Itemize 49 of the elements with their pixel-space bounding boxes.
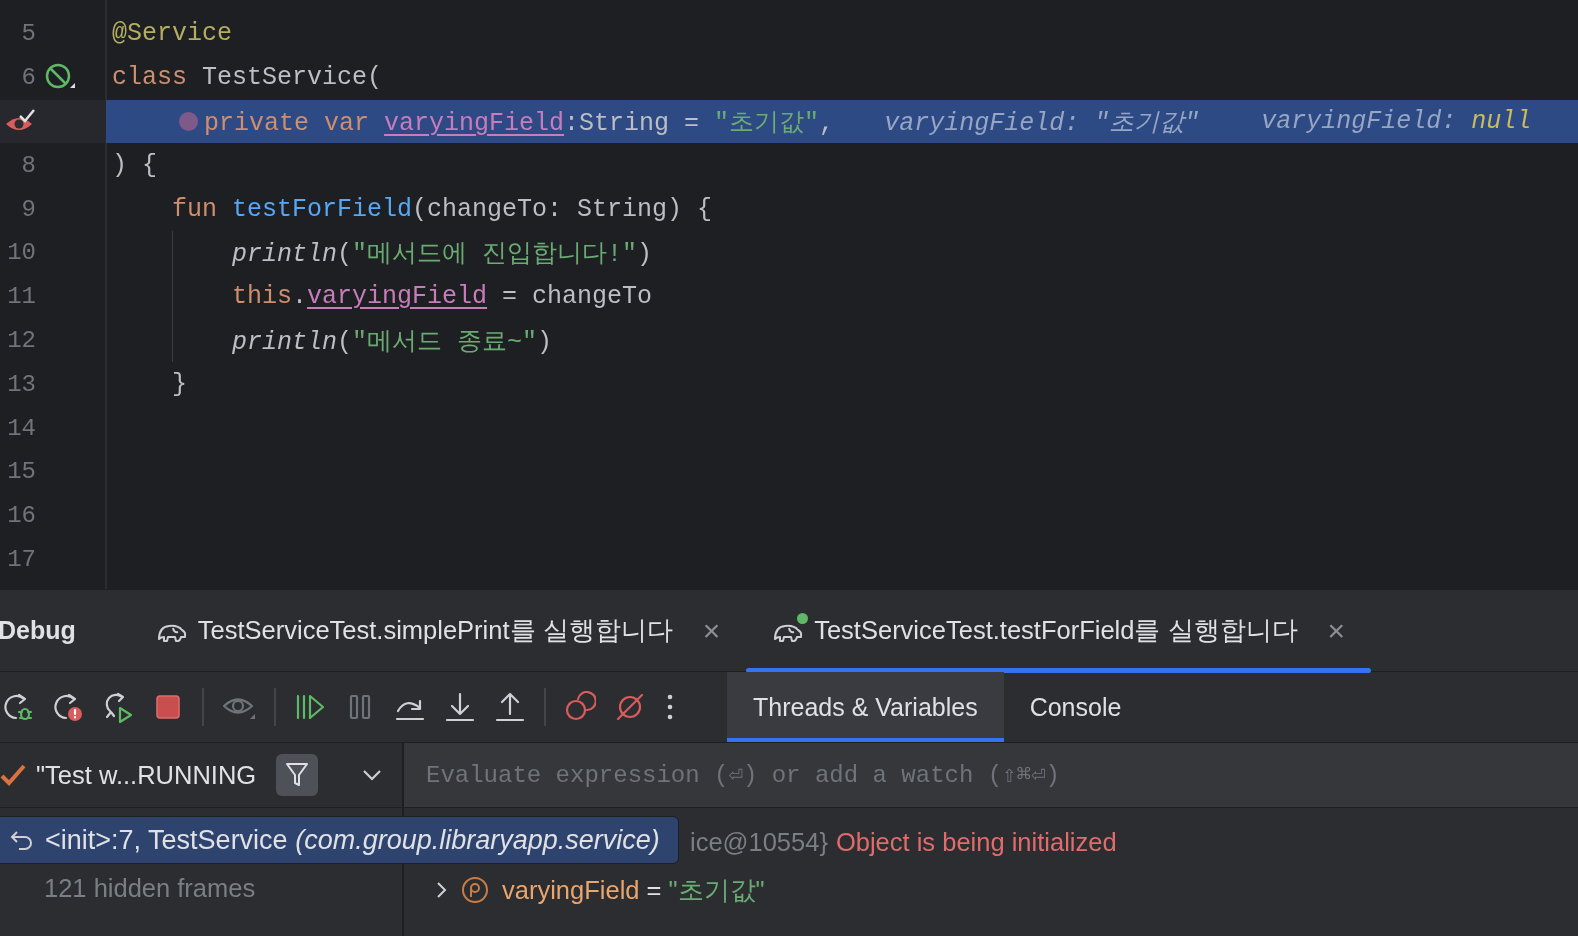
- thread-selector[interactable]: "Test w...RUNNING: [36, 760, 257, 790]
- line-number: 5: [20, 20, 36, 48]
- variable-entry[interactable]: varyingField = "초기값": [502, 872, 765, 908]
- close-icon[interactable]: ×: [1327, 613, 1346, 648]
- property-icon: [462, 877, 488, 903]
- panel-tab[interactable]: Threads & Variables: [727, 672, 1004, 742]
- line-number: 11: [6, 283, 36, 311]
- line-number: 16: [6, 502, 36, 530]
- rerun-failed-icon[interactable]: [52, 691, 84, 723]
- inline-value-hint: varyingField: null: [1261, 107, 1532, 136]
- chevron-right-icon[interactable]: [434, 880, 448, 900]
- variable-value: ice@10554}: [690, 827, 828, 857]
- code-line: this.varyingField = changeTo: [231, 282, 653, 312]
- panel-tab[interactable]: Console: [1003, 672, 1148, 742]
- code-line: class TestService(: [112, 63, 383, 93]
- elephant-icon: [772, 616, 805, 645]
- step-into-icon[interactable]: [444, 691, 476, 723]
- mute-breakpoints-icon[interactable]: [614, 691, 646, 723]
- line-number: 8: [20, 151, 36, 179]
- line-number: 17: [6, 545, 36, 573]
- code-line: fun testForField(changeTo: String) {: [171, 194, 713, 224]
- code-line: @Service: [112, 19, 233, 49]
- line-number: 15: [6, 458, 36, 486]
- session-tab[interactable]: TestServiceTest.testForField를 실행합니다 ×: [746, 590, 1372, 671]
- inline-value-hint: varyingField: "초기값": [884, 108, 1200, 138]
- session-tab[interactable]: TestServiceTest.simplePrint를 실행합니다 ×: [129, 590, 747, 671]
- filter-button[interactable]: [276, 754, 319, 796]
- line-number: 9: [20, 195, 36, 223]
- code-line: private var varyingField:String = "초기값",: [204, 108, 835, 138]
- return-arrow-icon: [9, 829, 35, 851]
- status-message: Object is being initialized: [835, 827, 1117, 857]
- line-number: 13: [6, 370, 36, 398]
- step-out-icon[interactable]: [494, 691, 526, 723]
- code-line: }: [171, 369, 187, 399]
- rerun-debug-icon[interactable]: [2, 691, 34, 723]
- code-line: println("메서드 종료~"): [231, 326, 553, 357]
- line-number: 10: [6, 239, 36, 267]
- code-line: ) {: [112, 150, 157, 180]
- evaluate-field[interactable]: Evaluate expression (⏎) or add a watch (⇧⌘⏎): [404, 743, 1578, 807]
- check-icon: [0, 763, 26, 787]
- chevron-down-icon[interactable]: [362, 769, 383, 781]
- close-icon[interactable]: ×: [702, 613, 721, 648]
- breakpoints-icon[interactable]: [564, 691, 596, 723]
- line-number: 12: [6, 326, 36, 354]
- filter-icon: [285, 762, 310, 788]
- line-number: 6: [20, 64, 36, 92]
- line-number: 14: [6, 414, 36, 442]
- code-line: println("메서드에 진입합니다!"): [231, 239, 653, 270]
- panel-title: Debug: [0, 616, 76, 645]
